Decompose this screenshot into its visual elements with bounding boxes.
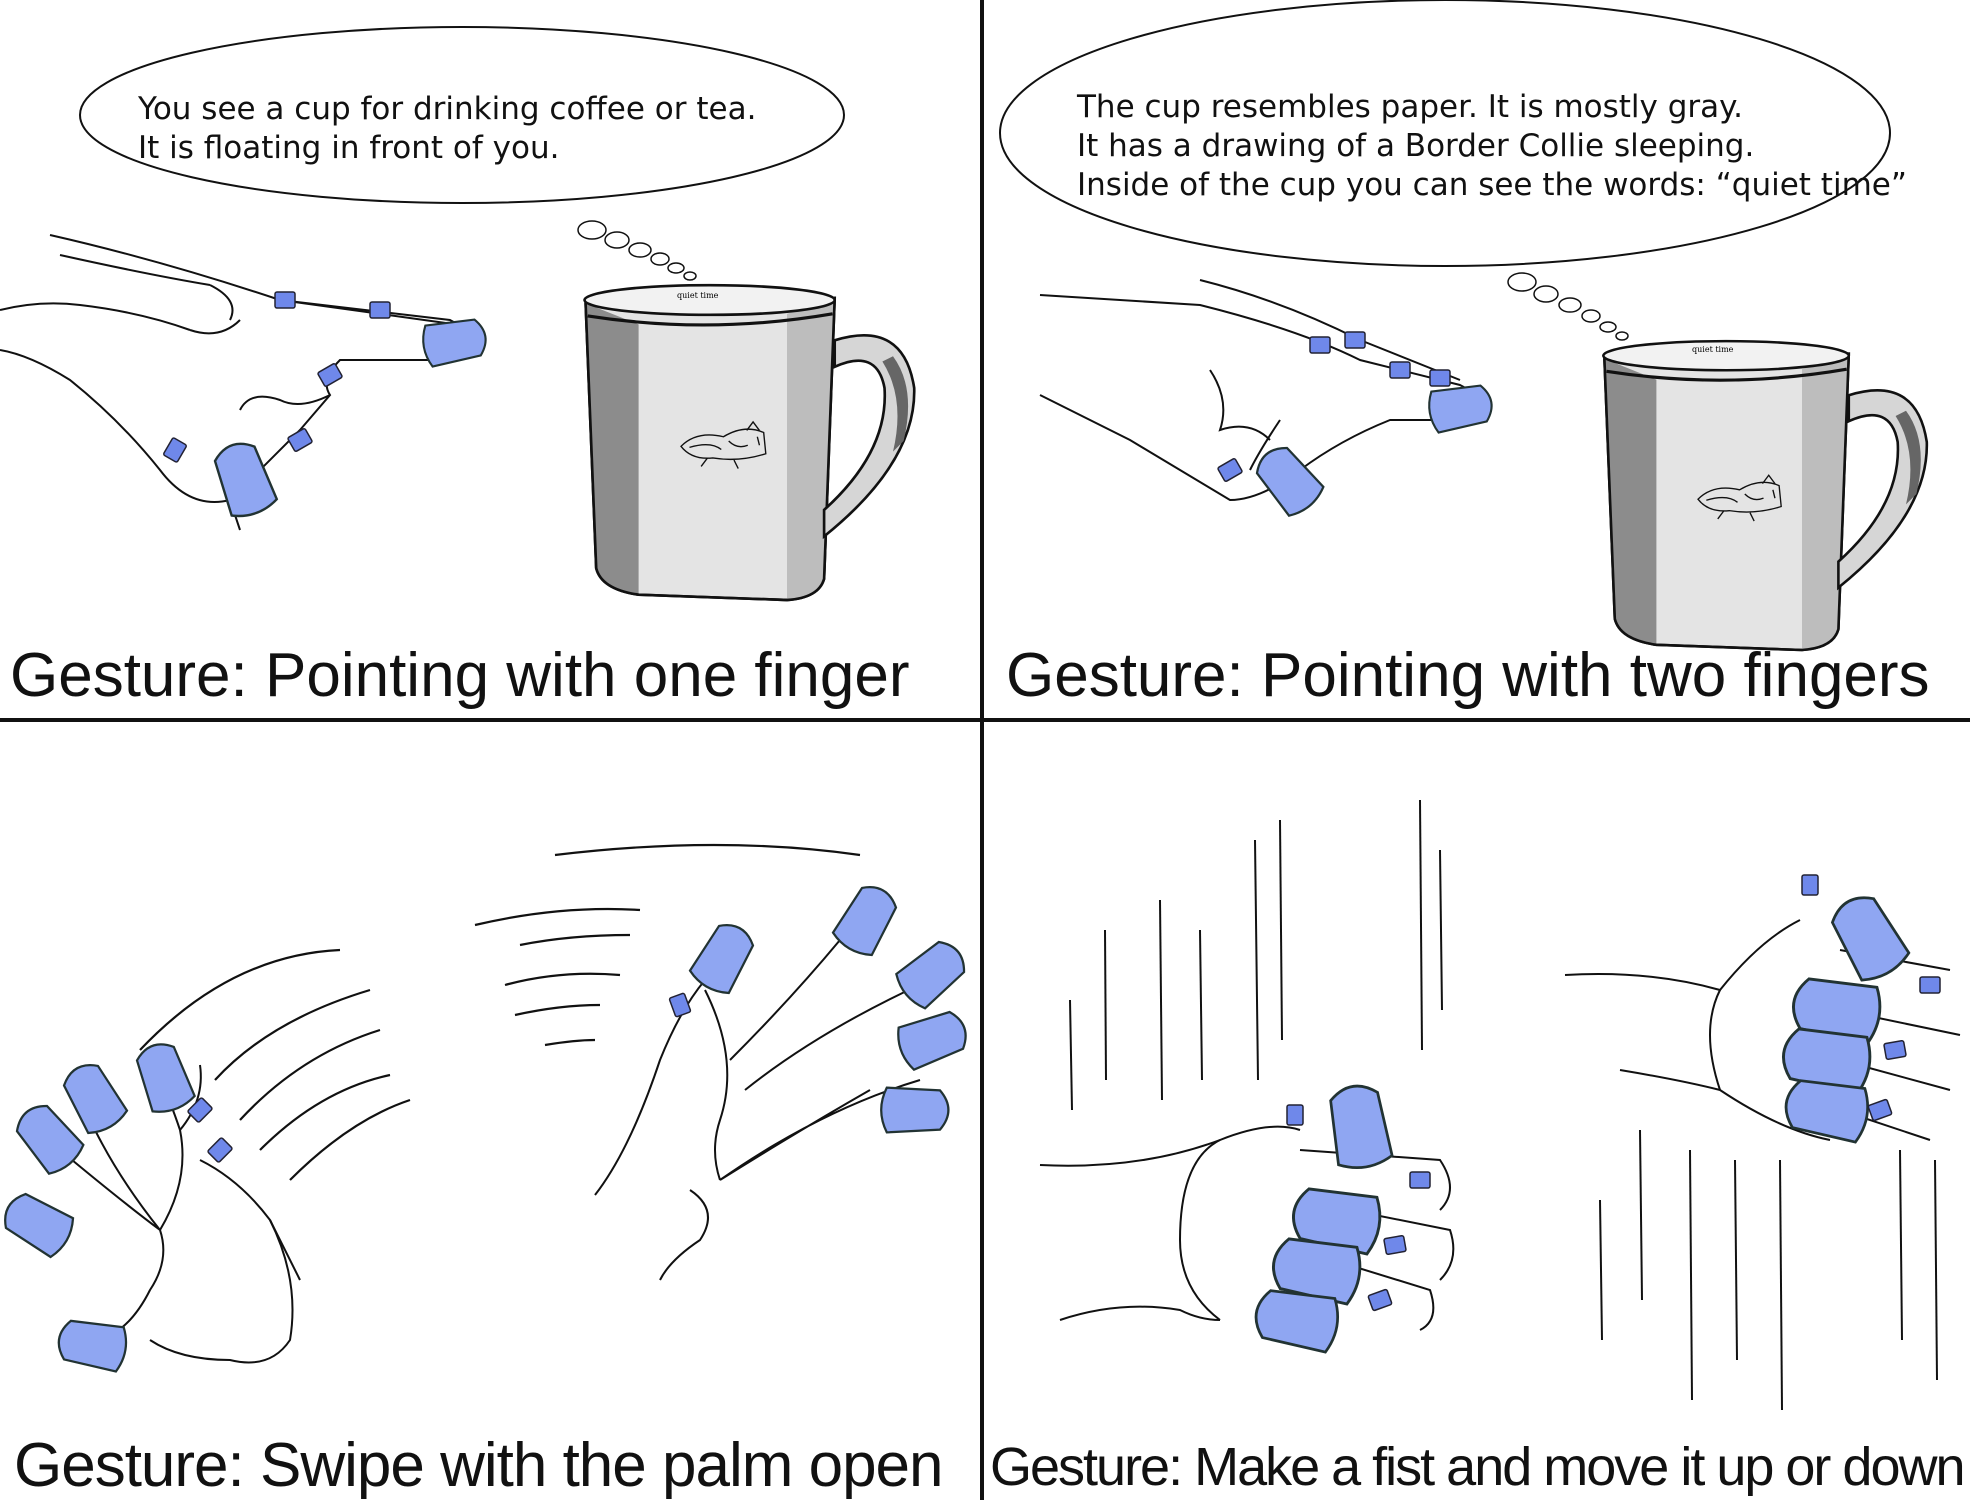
- panel-3-art: [0, 843, 974, 1374]
- bubble-2-text: The cup resembles paper. It is mostly gr…: [1077, 88, 1907, 205]
- mug-2: [1601, 339, 1929, 652]
- bubble-2-line-1: The cup resembles paper. It is mostly gr…: [1077, 89, 1743, 125]
- caption-make-fist: Gesture: Make a fist and move it up or d…: [990, 1437, 1966, 1497]
- bubble-1-text: You see a cup for drinking coffee or tea…: [138, 90, 756, 168]
- bubble-2-line-2: It has a drawing of a Border Collie slee…: [1077, 128, 1755, 164]
- mug-text-1: quiet time: [677, 291, 719, 300]
- bubble-2-line-3: Inside of the cup you can see the words:…: [1077, 167, 1907, 203]
- caption-swipe-palm-open: Gesture: Swipe with the palm open: [14, 1431, 944, 1500]
- motion-lines-3: [139, 843, 861, 1181]
- bubble-1-line-2: It is floating in front of you.: [138, 130, 560, 166]
- open-palm-right: [594, 939, 931, 1281]
- thought-dots-1: [577, 220, 697, 281]
- bubble-1-line-1: You see a cup for drinking coffee or tea…: [138, 91, 757, 127]
- caption-pointing-two-fingers: Gesture: Pointing with two fingers: [1006, 641, 1930, 710]
- caption-pointing-one-finger: Gesture: Pointing with one finger: [10, 641, 910, 710]
- mug-text-2: quiet time: [1692, 345, 1734, 354]
- mug-1: [582, 283, 916, 602]
- panel-4-art: [1039, 799, 1961, 1411]
- thought-dots-2: [1507, 272, 1629, 341]
- comic-artwork: quiet time quiet time: [0, 0, 1970, 1500]
